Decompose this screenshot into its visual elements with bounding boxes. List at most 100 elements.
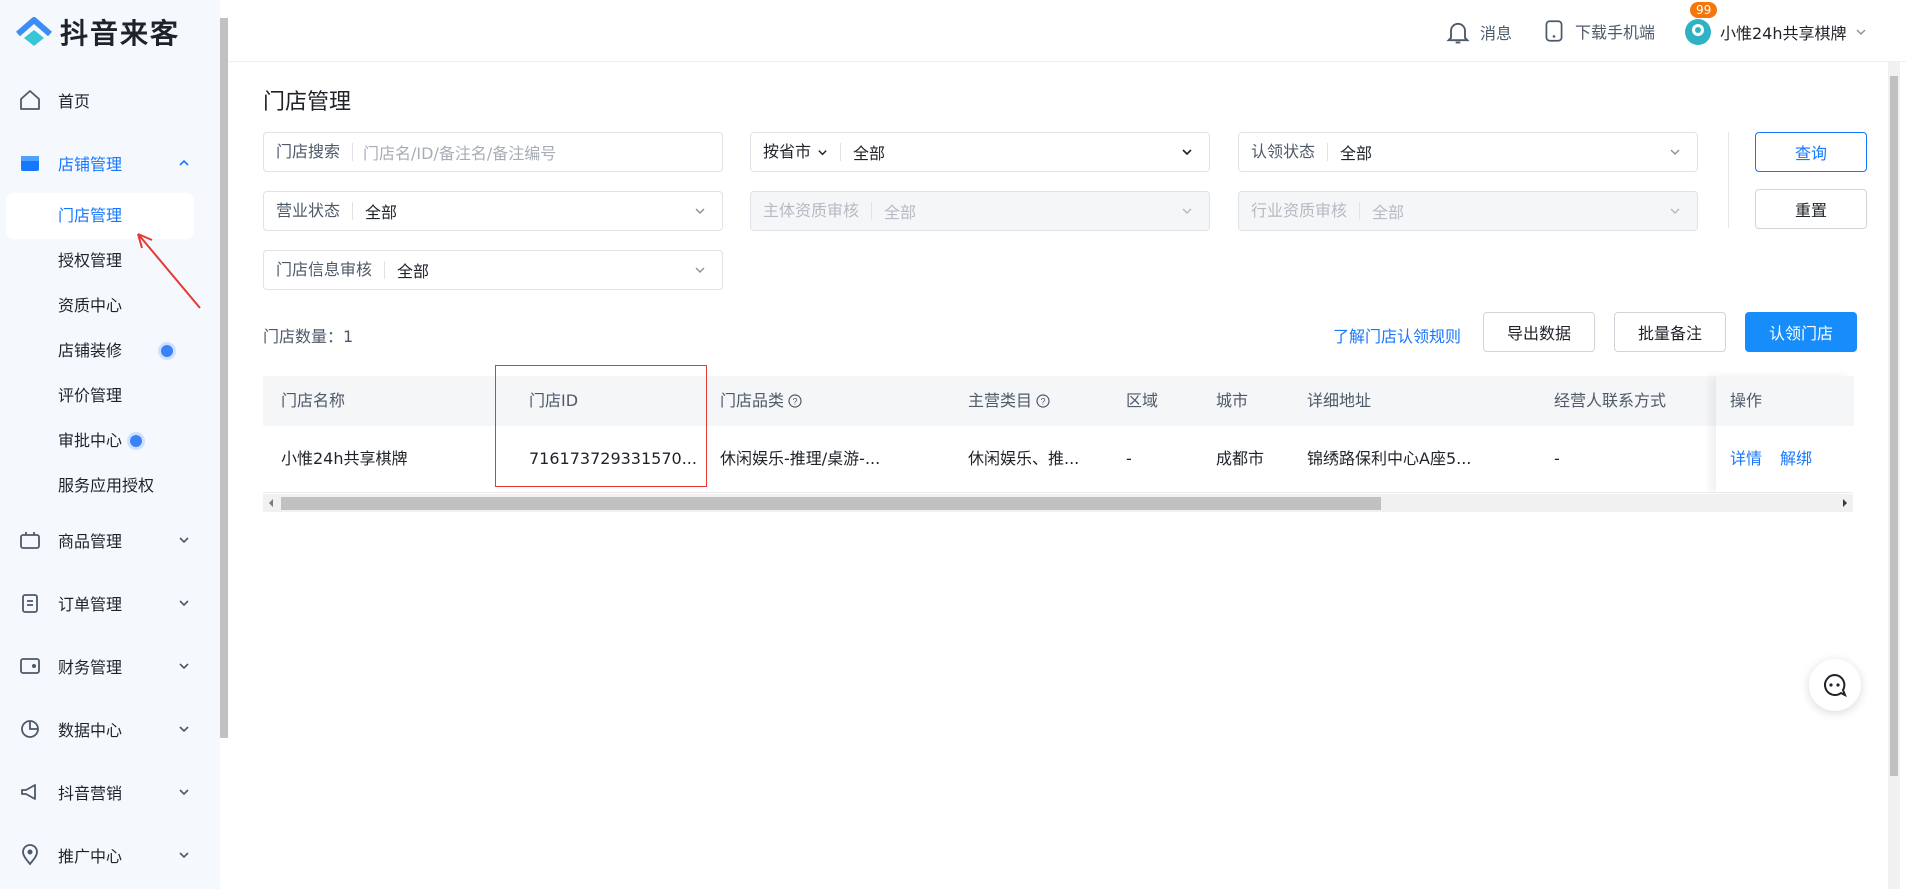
- scrollbar-thumb[interactable]: [281, 497, 1381, 510]
- sidebar-group-orders[interactable]: 订单管理: [0, 583, 210, 623]
- chevron-down-icon: [179, 789, 189, 796]
- col-main-category: 主营类目 ?: [968, 376, 1050, 426]
- info-review-value: 全部: [397, 262, 430, 281]
- sidebar-item-label: 推广中心: [58, 847, 123, 866]
- reset-button[interactable]: 重置: [1755, 189, 1867, 229]
- chevron-down-icon: [695, 267, 705, 273]
- field-label: 营业状态: [264, 202, 354, 220]
- sidebar-item-service-auth[interactable]: 服务应用授权: [58, 471, 154, 501]
- clipboard-icon: [22, 594, 38, 613]
- claim-rules-link[interactable]: 了解门店认领规则: [1333, 323, 1461, 347]
- messages-button[interactable]: 消息: [1444, 18, 1512, 46]
- claim-store-button[interactable]: 认领门店: [1745, 312, 1857, 352]
- business-status-value: 全部: [365, 203, 398, 222]
- sidebar-group-marketing[interactable]: 抖音营销: [0, 772, 210, 812]
- chevron-down-icon: [179, 726, 189, 733]
- user-menu[interactable]: 小惟24h共享棋牌: [1684, 18, 1867, 46]
- sidebar-item-store-management[interactable]: 门店管理: [58, 201, 122, 231]
- annotation-arrow: [137, 233, 201, 309]
- megaphone-icon: [21, 784, 36, 800]
- chevron-down-icon: [179, 852, 189, 859]
- cell-region: -: [1126, 449, 1132, 468]
- sidebar-item-decoration[interactable]: 店铺装修: [58, 336, 122, 366]
- chat-support-icon: [1824, 673, 1847, 698]
- unbind-link[interactable]: 解绑: [1780, 434, 1812, 484]
- store-count: 门店数量：1: [263, 327, 354, 346]
- scrollbar-thumb[interactable]: [1890, 76, 1898, 776]
- col-store-name: 门店名称: [281, 391, 346, 410]
- table-horizontal-scrollbar[interactable]: [263, 494, 1853, 512]
- pie-chart-icon: [21, 720, 39, 738]
- store-icon: [21, 156, 39, 171]
- help-icon[interactable]: ?: [1036, 394, 1050, 408]
- industry-review-value: 全部: [1372, 203, 1405, 222]
- notification-dot: [127, 432, 145, 450]
- location-pin-icon: [22, 844, 38, 866]
- chevron-down-icon: [818, 149, 827, 155]
- col-contact: 经营人联系方式: [1554, 391, 1667, 410]
- col-region: 区域: [1126, 391, 1159, 410]
- chevron-down-icon: [179, 600, 189, 607]
- batch-note-button[interactable]: 批量备注: [1614, 312, 1726, 352]
- download-app-button[interactable]: 下载手机端: [1541, 18, 1655, 44]
- field-label: 行业资质审核: [1239, 202, 1361, 220]
- sidebar-scrollbar[interactable]: [220, 0, 228, 889]
- row-divider: [263, 492, 1853, 493]
- sidebar-item-label: 数据中心: [58, 721, 123, 740]
- logo-icon: [16, 17, 52, 46]
- industry-review-select: 行业资质审核 全部: [1238, 191, 1698, 231]
- field-label: 门店信息审核: [264, 261, 386, 279]
- scroll-left-icon[interactable]: [267, 498, 275, 508]
- bell-icon: [1446, 22, 1470, 44]
- field-label: 按省市: [763, 142, 812, 161]
- annotation-highlight-box: [495, 365, 707, 487]
- info-review-select[interactable]: 门店信息审核 全部: [263, 250, 723, 290]
- chevron-down-icon: [1182, 208, 1192, 214]
- field-label: 认领状态: [1239, 143, 1329, 161]
- sidebar-item-authorization[interactable]: 授权管理: [58, 246, 122, 276]
- store-search-input[interactable]: 门店名/ID/备注名/备注编号: [353, 140, 722, 164]
- download-label: 下载手机端: [1575, 23, 1656, 42]
- sidebar-item-home[interactable]: 首页: [0, 80, 210, 120]
- sidebar-item-label: 抖音营销: [58, 784, 123, 803]
- region-select[interactable]: 按省市 全部: [750, 132, 1210, 172]
- phone-icon: [1545, 20, 1563, 42]
- sidebar-item-qualification[interactable]: 资质中心: [58, 291, 122, 321]
- business-status-select[interactable]: 营业状态 全部: [263, 191, 723, 231]
- chevron-down-icon: [1670, 149, 1680, 155]
- chevron-down-icon: [1182, 149, 1192, 156]
- claim-status-select[interactable]: 认领状态 全部: [1238, 132, 1698, 172]
- entity-review-value: 全部: [884, 203, 917, 222]
- scroll-right-icon[interactable]: [1841, 498, 1849, 508]
- sidebar-group-data[interactable]: 数据中心: [0, 709, 210, 749]
- detail-link[interactable]: 详情: [1730, 434, 1762, 484]
- sidebar-item-approval[interactable]: 审批中心: [58, 426, 122, 456]
- query-button[interactable]: 查询: [1755, 132, 1867, 172]
- sidebar-group-finance[interactable]: 财务管理: [0, 646, 210, 686]
- sidebar-item-reviews[interactable]: 评价管理: [58, 381, 122, 411]
- page-scrollbar[interactable]: [1888, 62, 1900, 889]
- sidebar-item-label: 首页: [58, 92, 91, 111]
- sidebar-group-store[interactable]: 店铺管理: [0, 143, 210, 183]
- sidebar-group-promotion[interactable]: 推广中心: [0, 835, 210, 875]
- chevron-down-icon: [179, 663, 189, 670]
- svg-text:?: ?: [1041, 397, 1046, 407]
- sidebar-item-label: 店铺管理: [58, 155, 123, 174]
- entity-review-select: 主体资质审核 全部: [750, 191, 1210, 231]
- export-button[interactable]: 导出数据: [1483, 312, 1595, 352]
- store-search-field[interactable]: 门店搜索 门店名/ID/备注名/备注编号: [263, 132, 723, 172]
- chevron-up-icon: [179, 159, 189, 166]
- region-mode-dropdown[interactable]: 按省市: [751, 142, 842, 161]
- region-value: 全部: [853, 144, 886, 163]
- help-icon[interactable]: ?: [788, 394, 802, 408]
- sidebar: 抖音来客 首页 店铺管理 门店管理 授权管理 资质中心 店铺装修 评价管理 审批…: [0, 0, 220, 889]
- sidebar-item-label: 订单管理: [58, 595, 123, 614]
- notification-dot: [158, 342, 176, 360]
- svg-text:?: ?: [793, 397, 798, 407]
- field-label: 门店搜索: [264, 143, 354, 161]
- user-name: 小惟24h共享棋牌: [1720, 24, 1847, 43]
- app-logo[interactable]: 抖音来客: [14, 12, 180, 52]
- customer-service-button[interactable]: [1809, 659, 1861, 711]
- chevron-down-icon: [1670, 208, 1680, 214]
- sidebar-group-products[interactable]: 商品管理: [0, 520, 210, 560]
